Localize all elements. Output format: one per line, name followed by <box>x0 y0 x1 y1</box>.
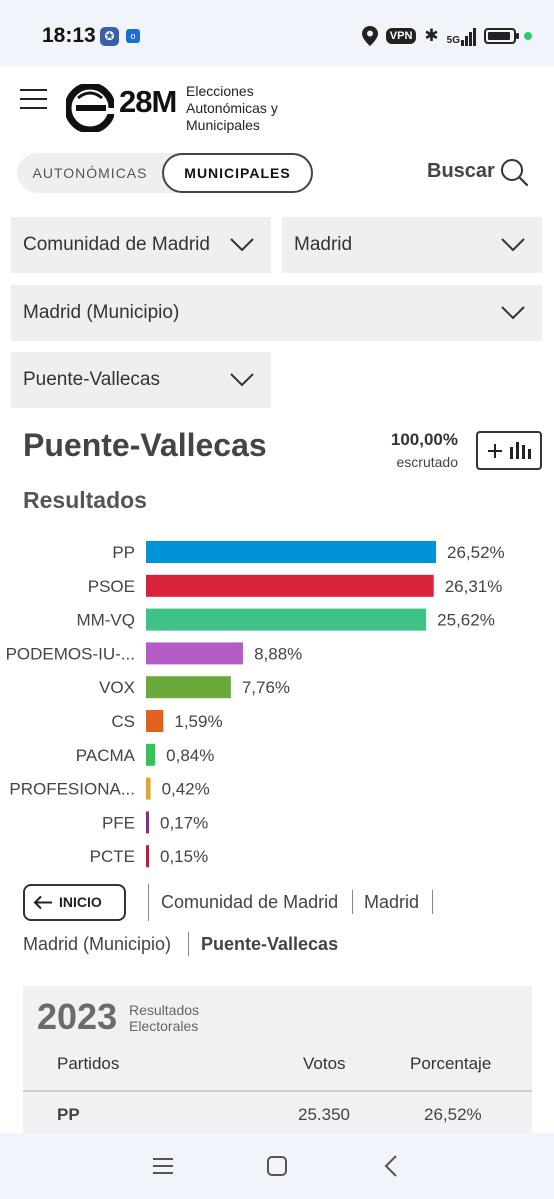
back-icon[interactable] <box>378 1153 406 1179</box>
breadcrumb-divider <box>148 884 149 921</box>
status-dot-icon <box>524 32 532 40</box>
arrow-left-icon <box>33 895 52 910</box>
results-bar-chart: PP 26,52% PSOE 26,31% MM-VQ 25,62% PODEMOS-IU-… <box>6 541 505 868</box>
page-title: Puente-Vallecas <box>23 427 267 463</box>
outlook-icon: o <box>126 29 140 43</box>
bar-value-label: 26,52% <box>447 543 505 562</box>
breadcrumb-divider <box>432 890 433 914</box>
breadcrumb-divider <box>188 932 189 956</box>
vpn-badge: VPN <box>385 28 417 44</box>
table-cell-votes: 25.350 <box>298 1105 350 1124</box>
bar-category-label: MM-VQ <box>76 611 135 630</box>
location-icon <box>361 26 378 46</box>
status-icons: VPN ✱ 5G <box>361 24 532 48</box>
breadcrumb-item[interactable]: Comunidad de Madrid <box>161 892 338 913</box>
results-year: 2023 <box>37 996 118 1037</box>
app-badge-icon: ✪ <box>100 27 119 46</box>
bar-pacma <box>146 743 156 766</box>
bar-podemos-iu <box>146 642 244 665</box>
bar-category-label: PCTE <box>90 847 135 866</box>
bar-category-label: PODEMOS-IU-... <box>6 644 135 663</box>
bar-value-label: 25,62% <box>437 611 495 630</box>
status-time: 18:13 <box>42 24 96 47</box>
bar-category-label: PACMA <box>76 746 136 765</box>
table-header-divider <box>23 1090 532 1092</box>
system-nav-bar <box>0 1133 554 1199</box>
bar-pcte <box>146 845 149 868</box>
municipality-select-value: Madrid (Municipio) <box>23 302 180 323</box>
chevron-down-icon <box>230 238 254 252</box>
community-select-value: Comunidad de Madrid <box>23 234 210 255</box>
search-label[interactable]: Buscar <box>427 160 495 183</box>
results-subtitle: Resultados Electorales <box>129 1002 200 1034</box>
bar-category-label: PROFESIONA... <box>9 780 135 799</box>
breadcrumb-current: Puente-Vallecas <box>201 934 339 954</box>
municipality-select[interactable]: Madrid (Municipio) <box>11 285 542 341</box>
back-home-label: INICIO <box>59 894 102 910</box>
bar-value-label: 0,84% <box>166 746 214 765</box>
bluetooth-icon: ✱ <box>424 26 439 45</box>
scrutiny-label: escrutado <box>396 454 458 470</box>
column-header-percentage: Porcentaje <box>410 1054 492 1073</box>
bar-category-label: PP <box>112 543 135 562</box>
breadcrumb-divider <box>352 890 353 914</box>
bar-category-label: CS <box>111 712 135 731</box>
bar-value-label: 1,59% <box>174 712 222 731</box>
bar-pfe <box>146 811 149 834</box>
tab-municipales[interactable]: MUNICIPALES <box>162 153 313 193</box>
bar-value-label: 0,15% <box>160 847 208 866</box>
brand-title: 28M <box>119 84 177 119</box>
back-home-button[interactable]: INICIO <box>23 884 126 921</box>
bar-vox <box>146 676 231 699</box>
tab-autonomicas[interactable]: AUTONÓMICAS <box>17 153 163 193</box>
chevron-down-icon <box>501 238 525 252</box>
recent-apps-icon[interactable] <box>150 1153 178 1179</box>
breadcrumb-item[interactable]: Madrid <box>364 892 419 913</box>
bar-profesiona <box>146 777 151 800</box>
bar-pp <box>146 541 436 563</box>
network-type: 5G <box>446 35 460 46</box>
bar-value-label: 0,17% <box>160 813 208 832</box>
menu-icon[interactable] <box>20 89 47 110</box>
bar-value-label: 0,42% <box>162 780 210 799</box>
bar-category-label: PSOE <box>88 577 135 596</box>
bar-value-label: 26,31% <box>445 577 503 596</box>
province-select-value: Madrid <box>294 234 353 255</box>
brand-subtitle: Elecciones Autonómicas y Municipales <box>186 83 278 133</box>
table-cell-percentage: 26,52% <box>424 1105 482 1124</box>
results-table: 2023 Resultados Electorales Partidos Vot… <box>23 986 532 1134</box>
logo-icon[interactable] <box>66 84 114 132</box>
district-select-value: Puente-Vallecas <box>23 369 160 390</box>
breadcrumb-item[interactable]: Madrid (Municipio) <box>23 934 171 955</box>
bar-value-label: 8,88% <box>254 644 302 663</box>
status-bar: 18:13 ✪ o VPN ✱ 5G <box>0 0 554 66</box>
bar-value-label: 7,76% <box>242 678 290 697</box>
chevron-down-icon <box>501 306 525 320</box>
battery-icon <box>484 28 519 44</box>
community-select[interactable]: Comunidad de Madrid <box>11 217 271 273</box>
table-cell-party: PP <box>57 1105 80 1124</box>
column-header-votes: Votos <box>303 1054 346 1073</box>
column-header-parties: Partidos <box>57 1054 120 1073</box>
signal-icon: 5G <box>447 26 476 46</box>
scrutiny-percentage: 100,00% <box>390 430 458 449</box>
home-icon[interactable] <box>263 1153 291 1179</box>
bar-cs <box>146 710 164 732</box>
search-icon[interactable] <box>499 157 529 187</box>
election-type-tabs: AUTONÓMICAS MUNICIPALES <box>17 153 313 193</box>
province-select[interactable]: Madrid <box>282 217 542 273</box>
chevron-down-icon <box>230 373 254 387</box>
district-select[interactable]: Puente-Vallecas <box>11 352 271 408</box>
bar-category-label: VOX <box>99 678 135 697</box>
bar-category-label: PFE <box>102 813 135 832</box>
add-chart-button[interactable] <box>476 431 542 470</box>
bar-mm-vq <box>146 608 427 631</box>
bar-psoe <box>146 574 434 597</box>
section-title: Resultados <box>23 487 147 513</box>
